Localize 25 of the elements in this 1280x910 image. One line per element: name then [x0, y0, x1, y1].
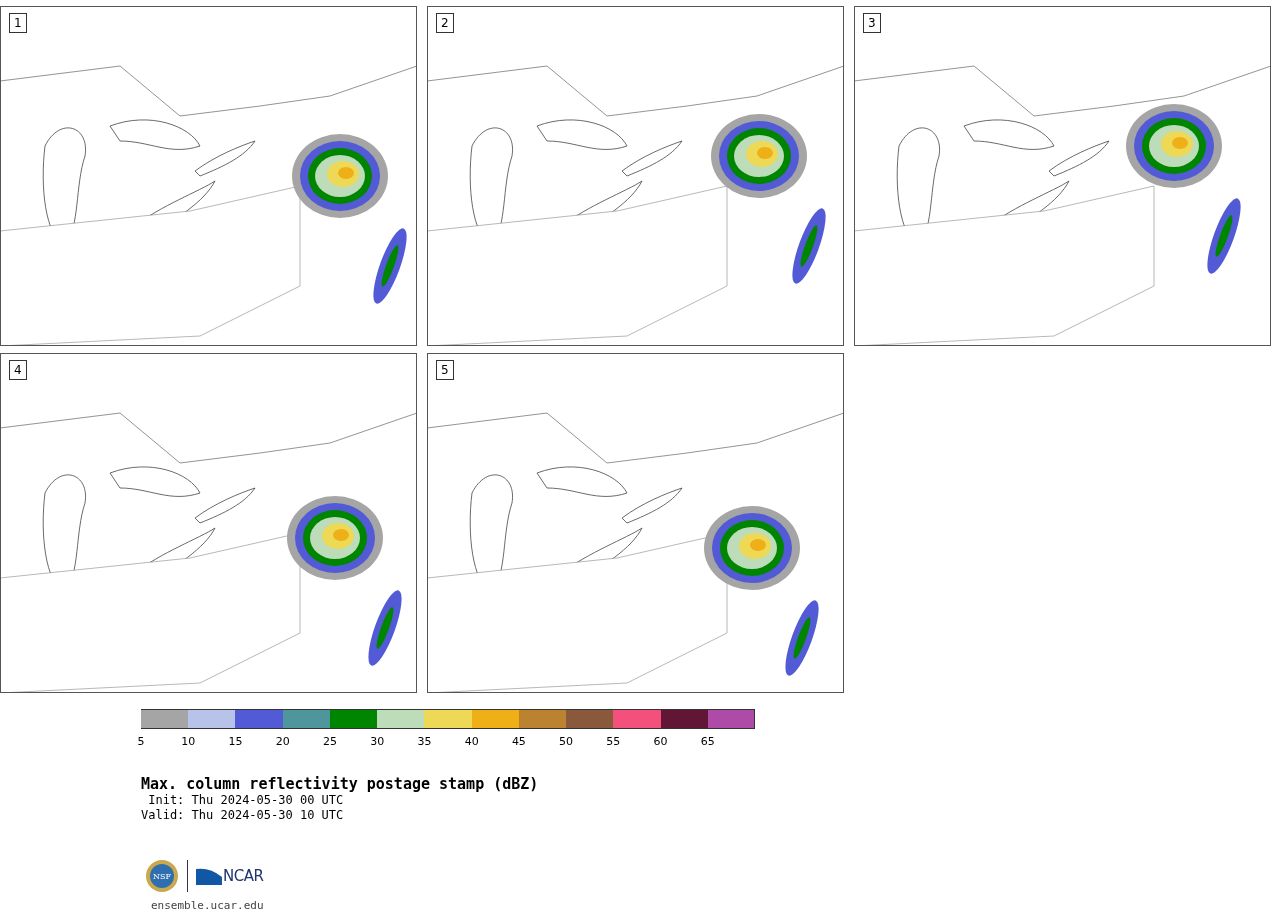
tick-label: 60 — [653, 735, 668, 748]
tick-label: 15 — [228, 735, 243, 748]
tick-label: 10 — [181, 735, 196, 748]
tick-label: 30 — [370, 735, 385, 748]
tick-label: 50 — [559, 735, 574, 748]
panel-number: 2 — [436, 13, 454, 33]
website-link[interactable]: ensemble.ucar.edu — [151, 899, 264, 910]
ncar-logo-text: NCAR — [223, 867, 264, 885]
panel-number: 4 — [9, 360, 27, 380]
panel-number: 3 — [863, 13, 881, 33]
tick-label: 20 — [275, 735, 290, 748]
tick-label: 35 — [417, 735, 432, 748]
tick-label: 65 — [700, 735, 715, 748]
panel-number: 1 — [9, 13, 27, 33]
init-time: Init: Thu 2024-05-30 00 UTC — [147, 793, 344, 808]
tick-label: 5 — [137, 735, 145, 748]
tick-label: 40 — [464, 735, 479, 748]
plot-title: Max. column reflectivity postage stamp (dBZ) — [141, 775, 539, 793]
tick-label: 55 — [606, 735, 621, 748]
valid-time: Valid: Thu 2024-05-30 10 UTC — [141, 808, 344, 823]
panel-number: 5 — [436, 360, 454, 380]
tick-label: 25 — [322, 735, 337, 748]
ncar-logo-icon — [196, 867, 222, 885]
tick-label: 45 — [511, 735, 526, 748]
nsf-logo: NSF — [145, 859, 179, 893]
